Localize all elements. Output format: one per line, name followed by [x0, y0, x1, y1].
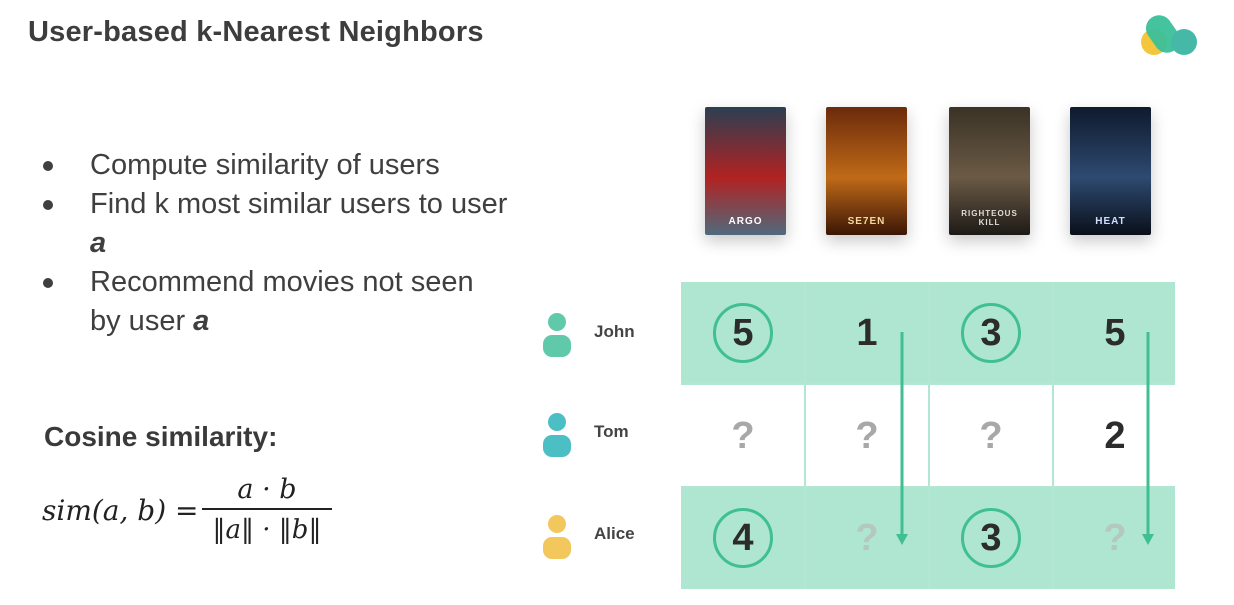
user-tom: Tom	[540, 410, 660, 462]
slide-title: User-based k-Nearest Neighbors	[28, 16, 484, 48]
formula-numerator: a · b	[237, 474, 297, 505]
rating-cell: ?	[979, 414, 1003, 457]
bullet-find-similar-users: Find k most similar users to user a	[40, 185, 510, 263]
formula-denominator: ‖a‖ · ‖b‖	[212, 515, 322, 545]
movie-poster-se7en: SE7EN	[826, 107, 907, 235]
rating-circle-marker: 5	[713, 303, 773, 363]
rating-cell: ?	[731, 414, 755, 457]
formula-fraction: a · b ‖a‖ · ‖b‖	[202, 474, 332, 546]
user-alice: Alice	[540, 512, 660, 564]
rating-cell: ?	[855, 516, 879, 559]
user-tom-label: Tom	[594, 422, 629, 441]
user-john-avatar-icon	[543, 313, 571, 357]
bullet-list: Compute similarity of users Find k most …	[40, 146, 510, 341]
movie-poster-heat: HEAT	[1070, 107, 1151, 235]
formula-lhs: sim(a, b) =	[42, 494, 199, 527]
ratings-matrix: 5 1 3 5 ? ? ? 2 4 ? 3 ?	[681, 282, 1175, 589]
bullet-recommend-movies: Recommend movies not seen by user a	[40, 263, 510, 341]
fraction-bar	[202, 508, 332, 510]
rating-circle-marker: 4	[713, 508, 773, 568]
brand-logo	[1141, 15, 1197, 55]
rating-cell: 3	[929, 282, 1053, 384]
user-john: John	[540, 310, 660, 362]
rating-cell: 3	[929, 487, 1053, 589]
user-john-label: John	[594, 322, 635, 341]
rating-cell: 5	[1104, 311, 1126, 354]
user-alice-avatar-icon	[543, 515, 571, 559]
rating-cell: 4	[681, 487, 805, 589]
movie-poster-argo: ARGO	[705, 107, 786, 235]
rating-circle-marker: 3	[961, 508, 1021, 568]
movie-poster-righteous-kill: RIGHTEOUS KILL	[949, 107, 1030, 235]
cosine-similarity-heading: Cosine similarity:	[44, 421, 278, 452]
rating-cell: ?	[855, 414, 879, 457]
user-tom-avatar-icon	[543, 413, 571, 457]
bullet-compute-similarity: Compute similarity of users	[40, 146, 510, 185]
rating-circle-marker: 3	[961, 303, 1021, 363]
rating-cell: ?	[1103, 516, 1127, 559]
user-alice-label: Alice	[594, 524, 635, 543]
rating-cell: 2	[1104, 414, 1126, 457]
movie-posters: ARGO SE7EN RIGHTEOUS KILL HEAT	[693, 92, 1183, 252]
rating-cell: 1	[856, 311, 878, 354]
rating-cell: 5	[681, 282, 805, 384]
